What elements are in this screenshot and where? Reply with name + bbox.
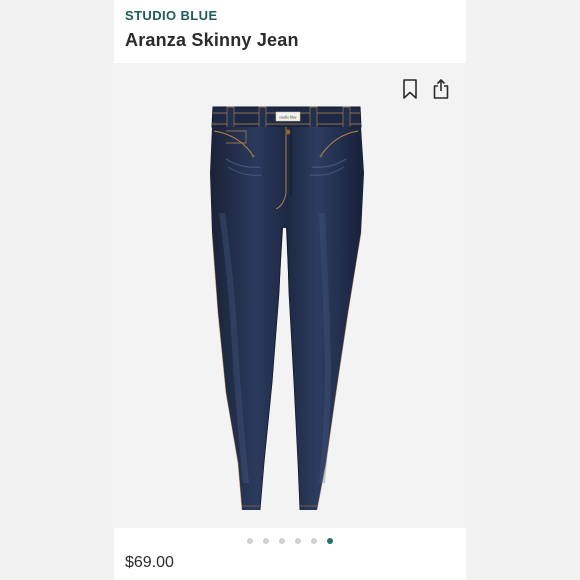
carousel-dot[interactable]	[247, 538, 253, 544]
carousel-indicators	[114, 538, 466, 546]
carousel-dot[interactable]	[295, 538, 301, 544]
share-icon[interactable]	[431, 78, 451, 100]
carousel-dot[interactable]	[311, 538, 317, 544]
product-image-carousel[interactable]: studio blue	[114, 63, 466, 528]
bookmark-icon[interactable]	[400, 78, 420, 100]
carousel-dot[interactable]	[279, 538, 285, 544]
product-title: Aranza Skinny Jean	[125, 30, 299, 50]
left-margin	[0, 0, 114, 580]
label-tag-text: studio blue	[279, 115, 297, 120]
brand-name[interactable]: STUDIO BLUE	[125, 8, 218, 23]
product-price: $69.00	[125, 554, 174, 571]
carousel-dot[interactable]	[263, 538, 269, 544]
right-margin	[466, 0, 580, 580]
carousel-dot[interactable]	[327, 538, 333, 544]
product-card: STUDIO BLUE Aranza Skinny Jean studio bl…	[114, 0, 466, 580]
jeans-image: studio blue	[210, 106, 364, 511]
